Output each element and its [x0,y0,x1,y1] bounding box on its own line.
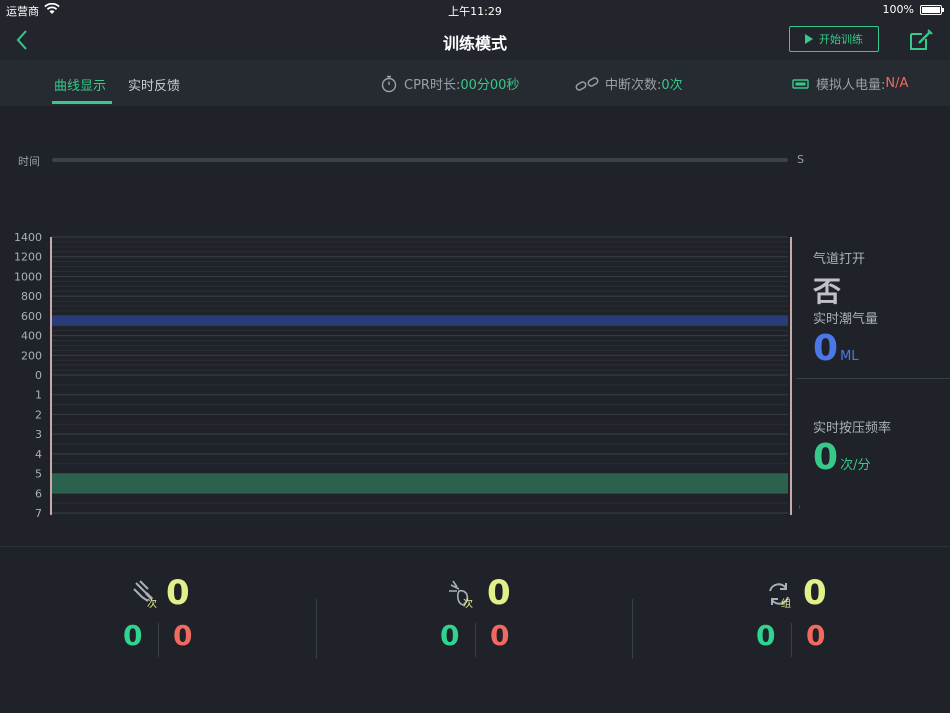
cycle-badge: 组 [781,599,791,610]
play-icon [805,34,813,44]
volume-tick-label: 1200 [14,251,42,264]
cycle-stats: 组 0 0 0 [751,573,950,667]
volume-tick-label: 1400 [14,231,42,244]
cycle-icon: 组 [765,579,793,610]
depth-tick-label: 3 [35,428,42,441]
interruption-label: 中断次数: [605,78,662,93]
ventilation-icon: 次 [447,579,475,610]
airway-label: 气道打开 [813,252,866,267]
compression-depth-target-band [52,473,788,494]
tab-curve-display[interactable]: 曲线显示 [54,75,106,94]
ventilation-error: 0 [490,619,510,652]
volume-tick-label: 200 [21,349,42,362]
stopwatch-icon [381,75,397,92]
depth-tick-label: 1 [35,389,42,402]
ventilation-split [475,623,476,657]
tab-bar: 曲线显示 实时反馈 CPR时长: 00分00秒 中断次数: 0次 模拟人电量: … [0,60,950,106]
volume-tick-label: 0 [35,369,42,382]
tidal-volume-readout: 0 ML [813,328,859,369]
ventilation-total: 0 [487,573,511,613]
time-progress-track [52,158,788,162]
compression-rate-label: 实时按压频率 [813,421,892,436]
tidal-volume-value: 0 [813,328,839,369]
depth-tick-label: 4 [35,448,42,461]
edit-icon[interactable] [908,28,934,52]
compression-rate-unit: 次/分 [840,458,871,473]
ventilation-correct: 0 [440,619,460,652]
start-training-label: 开始训练 [819,33,863,46]
compression-correct: 0 [123,619,143,652]
clock: 上午11:29 [448,5,502,18]
cpr-duration: CPR时长: 00分00秒 [380,74,519,93]
compression-icon: 次 [132,579,160,610]
volume-grid [52,236,788,376]
cpr-chart: 14001200100080060040020001234567 ML CM [14,231,800,520]
ventilation-stats: 次 0 0 0 [435,573,635,667]
compression-split [158,623,159,657]
left-axis-line [50,237,52,515]
broken-chain-icon [575,76,599,91]
tidal-volume-unit: ML [840,349,859,364]
manikin-battery: 模拟人电量: N/A [792,74,908,93]
axis-ticks: 1400 1200 1000 800 600 400 200 0 1 2 3 4 5 6 7 [14,231,42,520]
status-bar: 运营商 上午11:29 100% [0,0,950,20]
right-axis-line [790,237,792,515]
tidal-volume-target-band [52,315,788,326]
realtime-panel: 气道打开 否 实时潮气量 0 ML 实时按压频率 0 次/分 [796,236,950,516]
summary-stats: 次 0 0 0 次 0 0 0 组 0 0 0 [0,546,950,713]
compression-badge: 次 [147,599,157,610]
navigation-bar: 训练模式 开始训练 [0,20,950,60]
manikin-battery-value: N/A [885,76,909,91]
cycle-split [791,623,792,657]
ventilation-badge: 次 [463,599,473,610]
manikin-battery-label: 模拟人电量: [816,78,886,93]
cycle-error: 0 [806,619,826,652]
depth-tick-label: 2 [35,408,42,421]
time-axis-label: 时间 [18,155,40,168]
tab-realtime-feedback[interactable]: 实时反馈 [128,75,180,94]
interruption-value: 0次 [661,78,683,93]
tidal-volume-label: 实时潮气量 [813,312,879,327]
volume-tick-label: 600 [21,310,42,323]
volume-tick-label: 800 [21,290,42,303]
compression-rate-readout: 0 次/分 [813,437,870,478]
panel-divider [796,378,950,379]
active-tab-indicator [52,101,112,104]
battery-status-icon [792,78,809,89]
volume-tick-label: 1000 [14,270,42,283]
compression-total: 0 [166,573,190,613]
battery-percent: 100% [882,3,914,16]
cycle-correct: 0 [756,619,776,652]
time-axis-unit: S [797,153,804,166]
compression-error: 0 [173,619,193,652]
airway-value: 否 [813,275,842,308]
volume-tick-label: 400 [21,330,42,343]
compression-rate-value: 0 [813,437,839,478]
cpr-duration-label: CPR时长: [404,78,461,93]
depth-tick-label: 7 [35,507,42,520]
depth-tick-label: 6 [35,487,42,500]
depth-tick-label: 5 [35,468,42,481]
cycle-total: 0 [803,573,827,613]
interruption-count: 中断次数: 0次 [575,74,683,93]
battery-icon [920,5,944,15]
cpr-duration-value: 00分00秒 [460,78,520,93]
start-training-button[interactable]: 开始训练 [789,26,879,52]
compression-stats: 次 0 0 0 [118,573,318,667]
